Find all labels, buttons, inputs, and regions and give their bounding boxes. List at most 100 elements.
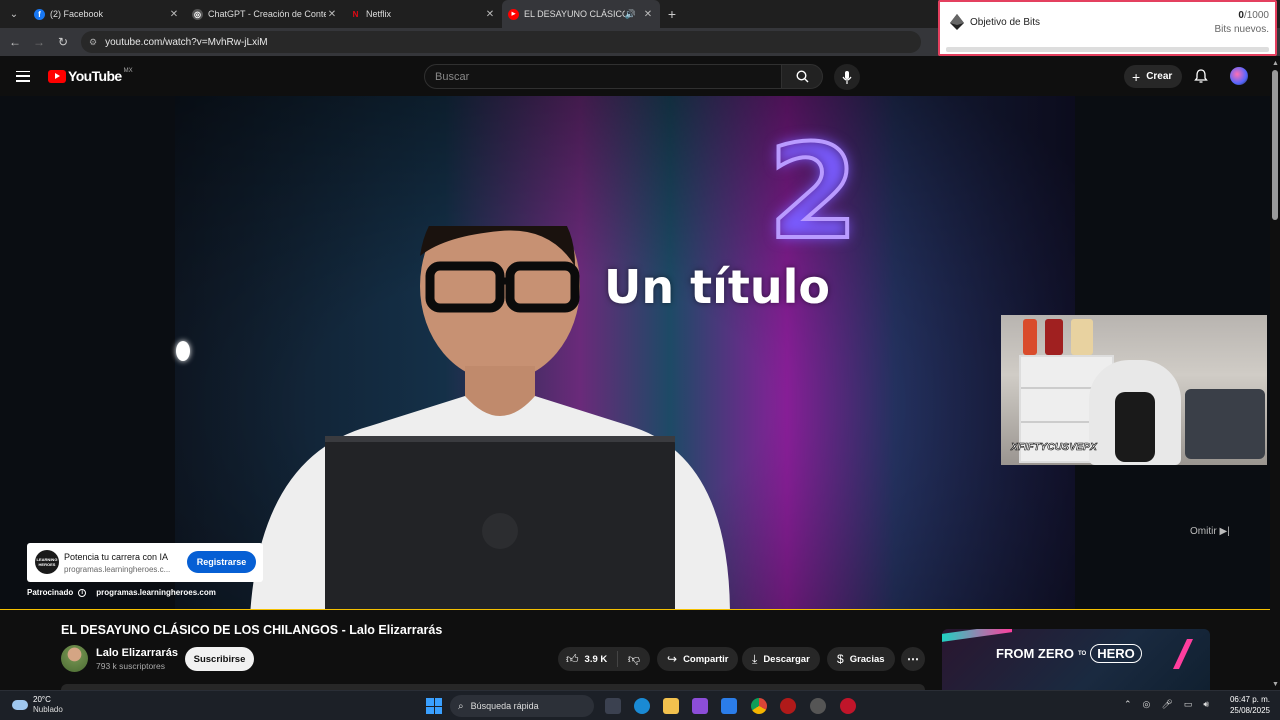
ad-url: programas.learningheroes.c...: [64, 565, 171, 574]
plus-icon: +: [1132, 68, 1141, 85]
sponsored-label: Patrocinado: [27, 588, 74, 597]
ad-card[interactable]: LEARNING HEROES Potencia tu carrera con …: [27, 543, 263, 582]
banner-stripe: [942, 629, 1012, 642]
scrollbar-thumb[interactable]: [1272, 70, 1278, 220]
download-button[interactable]: ⤓ Descargar: [742, 647, 820, 671]
youtube-logo[interactable]: YouTube MX: [48, 68, 133, 84]
taskbar: 20°C Nublado ⌕ Búsqueda rápida ⌃ ◎ 🎤︎ ▭ 🔊…: [0, 690, 1280, 720]
video-title: EL DESAYUNO CLÁSICO DE LOS CHILANGOS - L…: [61, 623, 443, 637]
volume-icon[interactable]: 🔊︎: [1203, 699, 1209, 710]
hamburger-menu-icon[interactable]: [16, 70, 30, 82]
bits-goal-label: Objetivo de Bits: [970, 17, 1041, 28]
sidebar-ad-banner[interactable]: FROM ZERO TO HERO: [942, 629, 1210, 690]
ad-progress-bar[interactable]: [0, 609, 1270, 610]
cloud-icon: [12, 700, 28, 710]
scroll-up-icon[interactable]: ▲: [1272, 60, 1279, 67]
register-button[interactable]: Registrarse: [187, 551, 256, 573]
network-icon[interactable]: ▭: [1184, 699, 1193, 710]
task-view-icon[interactable]: [605, 698, 621, 714]
speaker-icon[interactable]: 🔊: [625, 9, 636, 20]
app-icon[interactable]: [780, 698, 796, 714]
banner-word: FROM ZERO: [996, 646, 1074, 661]
webcam-figure: [1023, 319, 1037, 355]
more-actions-button[interactable]: ⋯: [901, 647, 925, 671]
clock[interactable]: 06:47 p. m. 25/08/2025: [1224, 694, 1270, 716]
tray-app-icon[interactable]: ◎: [1143, 699, 1151, 710]
search-button[interactable]: [781, 64, 823, 89]
create-label: Crear: [1146, 71, 1173, 82]
new-tab-button[interactable]: +: [660, 6, 684, 22]
more-icon: ⋯: [907, 652, 919, 666]
reload-icon[interactable]: ↻: [51, 35, 75, 49]
tab-netflix[interactable]: N Netflix ✕: [344, 0, 502, 28]
close-tab-icon[interactable]: ✕: [168, 9, 180, 20]
edge-icon[interactable]: [634, 698, 650, 714]
chrome-icon[interactable]: [751, 698, 767, 714]
video-player[interactable]: 2 Un título XFIFTYCUSVEPX Omitir ▶| LEAR…: [0, 96, 1270, 610]
sponsored-row: Patrocinado i programas.learningheroes.c…: [27, 588, 216, 597]
share-icon: ↪: [667, 652, 678, 666]
channel-avatar[interactable]: [61, 645, 88, 672]
taskbar-search-label: Búsqueda rápida: [470, 701, 539, 711]
taskbar-search[interactable]: ⌕ Búsqueda rápida: [450, 695, 594, 717]
like-button[interactable]: 👍︎ 3.9 K: [558, 651, 618, 667]
info-icon[interactable]: i: [78, 588, 87, 597]
start-icon[interactable]: [426, 698, 442, 714]
search-input[interactable]: Buscar: [424, 64, 782, 89]
scroll-down-icon[interactable]: ▼: [1272, 681, 1279, 688]
search-placeholder: Buscar: [435, 70, 470, 83]
address-bar[interactable]: ⚙ youtube.com/watch?v=MvhRw-jLxiM: [81, 31, 921, 53]
thumbs-up-icon: 👍︎: [566, 651, 579, 666]
weather-condition: Nublado: [33, 705, 63, 714]
voice-search-button[interactable]: [834, 64, 860, 90]
file-explorer-icon[interactable]: [663, 698, 679, 714]
url-text: youtube.com/watch?v=MvhRw-jLxiM: [105, 36, 268, 48]
tab-search-dropdown[interactable]: ⌄: [0, 0, 28, 28]
search-icon: [795, 70, 808, 83]
back-icon[interactable]: ←: [3, 35, 27, 49]
chatgpt-icon: ◎: [192, 8, 203, 20]
download-label: Descargar: [763, 653, 810, 665]
skip-label: Omitir: [1190, 526, 1217, 537]
forward-icon[interactable]: →: [27, 35, 51, 49]
webcam-figure: [1045, 319, 1063, 355]
app-icon[interactable]: [721, 698, 737, 714]
close-tab-icon[interactable]: ✕: [484, 9, 496, 20]
app-icon[interactable]: [840, 698, 856, 714]
channel-name[interactable]: Lalo Elizarrarás: [96, 647, 178, 659]
banner-word: HERO: [1090, 644, 1142, 663]
tab-title: ChatGPT - Creación de Conten: [208, 9, 326, 19]
subscribe-button[interactable]: Suscribirse: [185, 647, 254, 671]
like-dislike-group: 👍︎ 3.9 K 👎︎: [558, 647, 650, 671]
create-button[interactable]: + Crear: [1124, 65, 1183, 88]
tab-facebook[interactable]: f (2) Facebook ✕: [28, 0, 186, 28]
bits-progress-bar: [946, 47, 1269, 52]
app-icon[interactable]: [692, 698, 708, 714]
share-button[interactable]: ↪ Compartir: [657, 647, 739, 671]
account-avatar[interactable]: [1230, 67, 1248, 85]
microphone-icon: [842, 70, 852, 84]
page-scrollbar[interactable]: ▲ ▼: [1270, 56, 1280, 690]
dislike-button[interactable]: 👎︎: [618, 652, 650, 667]
thanks-label: Gracias: [849, 653, 885, 665]
skip-ad-button[interactable]: Omitir ▶|: [1190, 526, 1230, 537]
microphone-icon[interactable]: 🎤︎: [1161, 699, 1172, 710]
tab-chatgpt[interactable]: ◎ ChatGPT - Creación de Conten ✕: [186, 0, 344, 28]
tray-overflow-icon[interactable]: ⌃: [1124, 699, 1132, 710]
netflix-icon: N: [352, 9, 359, 19]
close-tab-icon[interactable]: ✕: [326, 9, 338, 20]
thanks-icon: $: [837, 652, 844, 666]
tab-youtube[interactable]: ▶ EL DESAYUNO CLÁSICO DE 🔊 ✕: [502, 0, 660, 28]
time: 06:47 p. m.: [1229, 695, 1270, 704]
youtube-play-icon: [48, 69, 66, 83]
country-code: MX: [123, 68, 133, 74]
sponsor-domain[interactable]: programas.learningheroes.com: [96, 588, 216, 597]
webcam-figure: [1071, 319, 1093, 355]
weather-widget[interactable]: 20°C Nublado: [12, 695, 63, 715]
notifications-bell-icon[interactable]: [1193, 68, 1209, 84]
banner-word: TO: [1078, 650, 1087, 657]
app-icon[interactable]: [810, 698, 826, 714]
site-info-icon[interactable]: ⚙: [89, 37, 97, 48]
thanks-button[interactable]: $ Gracias: [827, 647, 895, 671]
close-tab-icon[interactable]: ✕: [642, 9, 654, 20]
